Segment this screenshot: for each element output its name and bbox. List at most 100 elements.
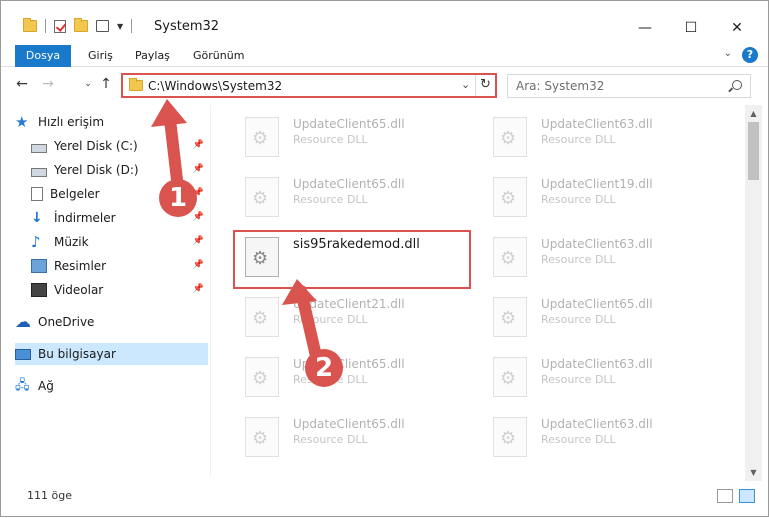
sidebar-item-pictures[interactable]: Resimler 📌 bbox=[31, 255, 208, 277]
refresh-icon[interactable]: ↻ bbox=[480, 77, 491, 92]
address-bar[interactable]: C:\Windows\System32 ⌄ ↻ bbox=[121, 73, 497, 98]
explorer-window: ▼ System32 — ☐ ✕ Dosya Giriş Paylaş Görü… bbox=[0, 0, 769, 517]
file-item[interactable]: UpdateClient21.dll Resource DLL bbox=[223, 289, 463, 347]
minimize-button[interactable]: — bbox=[622, 15, 668, 41]
large-icons-view-icon[interactable] bbox=[739, 489, 755, 503]
file-type: Resource DLL bbox=[541, 193, 616, 206]
pin-icon[interactable]: 📌 bbox=[193, 236, 204, 246]
file-type: Resource DLL bbox=[293, 193, 368, 206]
dll-file-icon bbox=[493, 177, 527, 217]
file-type: Resource DLL bbox=[293, 133, 368, 146]
sidebar-item-label: OneDrive bbox=[38, 315, 95, 329]
drive-icon bbox=[31, 143, 47, 153]
file-type: Resource DLL bbox=[541, 133, 616, 146]
cloud-icon: ☁ bbox=[15, 312, 31, 331]
details-view-icon[interactable] bbox=[717, 489, 733, 503]
tab-home[interactable]: Giriş bbox=[88, 45, 113, 67]
file-name: UpdateClient65.dll bbox=[293, 177, 405, 191]
pin-icon[interactable]: 📌 bbox=[193, 284, 204, 294]
dll-file-icon bbox=[245, 117, 279, 157]
customize-toolbar-arrow-icon[interactable]: ▼ bbox=[117, 22, 123, 31]
folder-icon bbox=[129, 78, 143, 91]
maximize-button[interactable]: ☐ bbox=[668, 15, 714, 41]
file-item[interactable]: UpdateClient65.dll Resource DLL bbox=[223, 109, 463, 167]
pin-icon[interactable]: 📌 bbox=[193, 260, 204, 270]
file-type: Resource DLL bbox=[541, 373, 616, 386]
tab-share[interactable]: Paylaş bbox=[135, 45, 170, 67]
selected-file-highlight bbox=[233, 230, 471, 289]
file-item[interactable]: UpdateClient19.dll Resource DLL bbox=[471, 169, 711, 227]
file-item[interactable]: UpdateClient65.dll Resource DLL bbox=[471, 289, 711, 347]
file-item[interactable]: UpdateClient65.dll Resource DLL bbox=[223, 169, 463, 227]
scroll-up-arrow-icon[interactable]: ▲ bbox=[745, 105, 762, 122]
file-type: Resource DLL bbox=[293, 313, 368, 326]
file-item[interactable]: UpdateClient65.dll Resource DLL bbox=[223, 409, 463, 467]
pin-icon[interactable]: 📌 bbox=[193, 164, 204, 174]
star-icon: ★ bbox=[15, 113, 29, 131]
sidebar-item-label: Müzik bbox=[54, 235, 89, 249]
new-folder-icon[interactable] bbox=[74, 18, 88, 32]
sidebar-item-label: Yerel Disk (D:) bbox=[54, 163, 139, 177]
file-item[interactable]: UpdateClient65.dll Resource DLL bbox=[223, 349, 463, 407]
sidebar-item-local-disk-d[interactable]: Yerel Disk (D:) 📌 bbox=[31, 159, 208, 181]
sidebar-item-label: Videolar bbox=[54, 283, 104, 297]
file-type: Resource DLL bbox=[293, 433, 368, 446]
file-item[interactable]: UpdateClient63.dll Resource DLL bbox=[471, 409, 711, 467]
dll-file-icon bbox=[493, 297, 527, 337]
file-item[interactable]: UpdateClient63.dll Resource DLL bbox=[471, 229, 711, 287]
close-button[interactable]: ✕ bbox=[714, 15, 760, 41]
download-icon: ↓ bbox=[31, 210, 43, 226]
tab-file[interactable]: Dosya bbox=[15, 45, 71, 67]
file-name: UpdateClient65.dll bbox=[293, 417, 405, 431]
network-icon: 🖧 bbox=[15, 378, 30, 393]
file-type: Resource DLL bbox=[541, 433, 616, 446]
recent-locations-chevron-icon[interactable]: ⌄ bbox=[79, 75, 97, 93]
file-name: UpdateClient65.dll bbox=[541, 297, 653, 311]
drive-icon bbox=[31, 167, 47, 177]
pin-icon[interactable]: 📌 bbox=[193, 140, 204, 150]
sidebar-item-label: Resimler bbox=[54, 259, 107, 273]
sidebar-item-local-disk-c[interactable]: Yerel Disk (C:) 📌 bbox=[31, 135, 208, 157]
search-placeholder: Ara: System32 bbox=[516, 79, 605, 93]
navigation-pane: ★ Hızlı erişim Yerel Disk (C:) 📌 Yerel D… bbox=[1, 105, 211, 477]
vertical-scrollbar[interactable]: ▲ ▼ bbox=[745, 105, 762, 481]
sidebar-item-network[interactable]: 🖧 Ağ bbox=[15, 375, 208, 397]
dll-file-icon bbox=[493, 237, 527, 277]
step-1-badge: 1 bbox=[159, 179, 197, 217]
scroll-down-arrow-icon[interactable]: ▼ bbox=[745, 464, 762, 481]
file-name: UpdateClient21.dll bbox=[293, 297, 405, 311]
step-2-badge: 2 bbox=[305, 349, 343, 387]
sidebar-item-onedrive[interactable]: ☁ OneDrive bbox=[15, 311, 208, 333]
sidebar-item-videos[interactable]: Videolar 📌 bbox=[31, 279, 208, 301]
sidebar-item-label: İndirmeler bbox=[54, 211, 116, 225]
sidebar-item-label: Ağ bbox=[38, 379, 54, 393]
folder-icon bbox=[23, 18, 37, 32]
file-name: UpdateClient63.dll bbox=[541, 357, 653, 371]
window-title: System32 bbox=[154, 19, 220, 34]
sidebar-item-this-pc[interactable]: Bu bilgisayar bbox=[15, 343, 208, 365]
scroll-thumb[interactable] bbox=[748, 122, 759, 180]
address-dropdown-chevron-icon[interactable]: ⌄ bbox=[461, 78, 470, 91]
help-button[interactable]: ? bbox=[742, 47, 758, 63]
tab-view[interactable]: Görünüm bbox=[193, 45, 244, 67]
expand-ribbon-chevron-icon[interactable]: ⌄ bbox=[724, 48, 732, 59]
item-count: 111 öge bbox=[27, 489, 72, 502]
properties-check-icon[interactable] bbox=[54, 19, 66, 33]
divider bbox=[45, 19, 46, 33]
search-icon[interactable] bbox=[732, 80, 742, 90]
address-path[interactable]: C:\Windows\System32 bbox=[148, 79, 282, 93]
file-name: UpdateClient65.dll bbox=[293, 117, 405, 131]
up-arrow-icon[interactable]: ↑ bbox=[97, 75, 115, 93]
pin-icon[interactable]: 📌 bbox=[193, 212, 204, 222]
sidebar-item-quick-access[interactable]: ★ Hızlı erişim bbox=[15, 111, 208, 133]
search-input[interactable]: Ara: System32 bbox=[507, 74, 751, 98]
forward-arrow-icon[interactable]: → bbox=[39, 75, 57, 93]
sidebar-item-music[interactable]: ♪ Müzik 📌 bbox=[31, 231, 208, 253]
properties-icon[interactable] bbox=[96, 20, 109, 32]
back-arrow-icon[interactable]: ← bbox=[13, 75, 31, 93]
file-name: UpdateClient63.dll bbox=[541, 117, 653, 131]
divider bbox=[475, 75, 476, 96]
file-type: Resource DLL bbox=[541, 253, 616, 266]
file-item[interactable]: UpdateClient63.dll Resource DLL bbox=[471, 349, 711, 407]
file-item[interactable]: UpdateClient63.dll Resource DLL bbox=[471, 109, 711, 167]
